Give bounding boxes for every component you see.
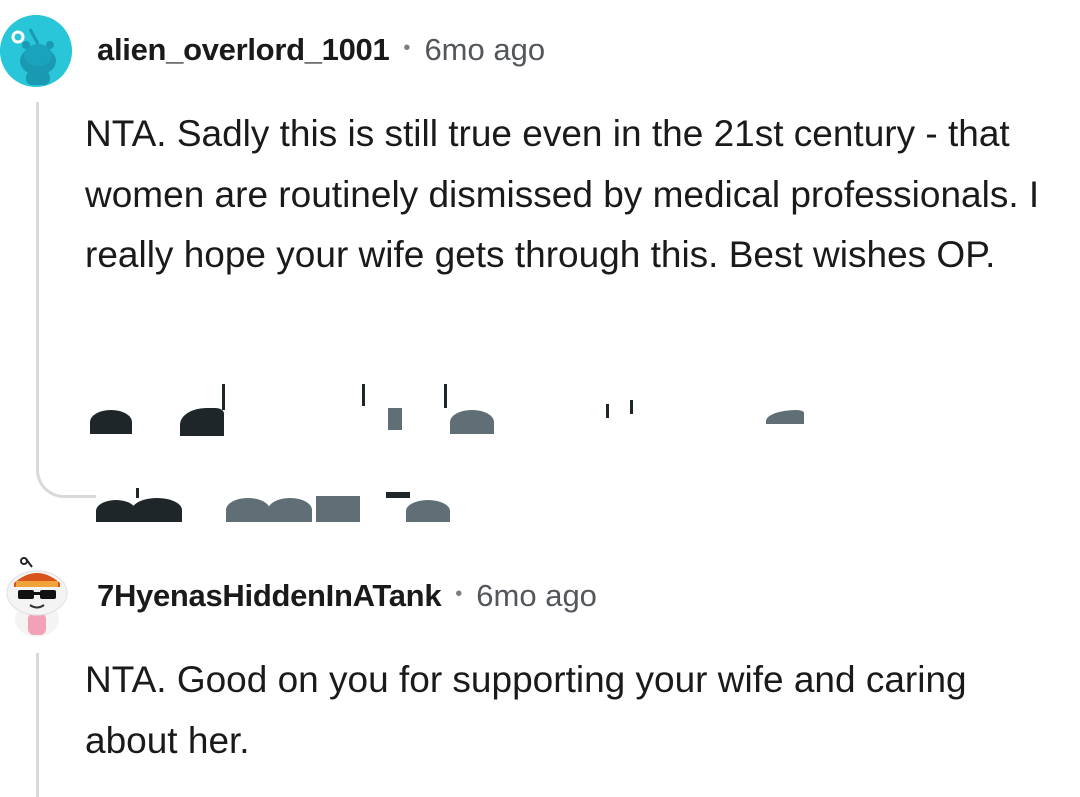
comment-thread: alien_overlord_1001 • 6mo ago NTA. Sadly… <box>0 0 1080 797</box>
action-glyph <box>226 498 270 522</box>
comment-meta: 7HyenasHiddenInATank • 6mo ago <box>97 572 597 620</box>
snoo-avatar-icon <box>0 15 72 87</box>
username-link[interactable]: 7HyenasHiddenInATank <box>97 578 442 614</box>
meta-separator: • <box>403 36 411 59</box>
username-link[interactable]: alien_overlord_1001 <box>97 32 390 68</box>
comment-body: NTA. Good on you for supporting your wif… <box>85 659 967 761</box>
action-glyph <box>96 500 136 522</box>
comment-meta: alien_overlord_1001 • 6mo ago <box>97 26 545 74</box>
action-glyph <box>766 410 804 424</box>
action-glyph <box>268 498 312 522</box>
thread-line[interactable] <box>36 653 39 797</box>
user-avatar[interactable] <box>0 15 72 87</box>
action-glyph <box>450 410 494 434</box>
comment-body: NTA. Sadly this is still true even in th… <box>85 113 1040 275</box>
action-glyph <box>222 384 225 410</box>
comment-actions-obscured <box>80 380 840 530</box>
action-glyph <box>606 404 609 418</box>
comment-timestamp[interactable]: 6mo ago <box>476 578 597 614</box>
action-glyph <box>316 496 360 522</box>
snoo-avatar-sunglasses-icon <box>6 557 68 637</box>
comment: alien_overlord_1001 • 6mo ago NTA. Sadly… <box>0 0 1080 522</box>
comment-timestamp[interactable]: 6mo ago <box>424 32 545 68</box>
user-avatar[interactable] <box>2 557 72 637</box>
action-glyph <box>132 498 182 522</box>
action-glyph <box>386 492 410 498</box>
action-glyph <box>388 408 402 430</box>
action-glyph <box>406 500 450 522</box>
action-glyph <box>180 408 224 436</box>
action-glyph <box>136 488 139 498</box>
thread-line[interactable] <box>36 102 39 470</box>
action-glyph <box>362 384 365 406</box>
action-glyph <box>444 384 447 408</box>
action-glyph <box>630 400 633 414</box>
action-glyph <box>90 410 132 434</box>
meta-separator: • <box>455 582 463 605</box>
